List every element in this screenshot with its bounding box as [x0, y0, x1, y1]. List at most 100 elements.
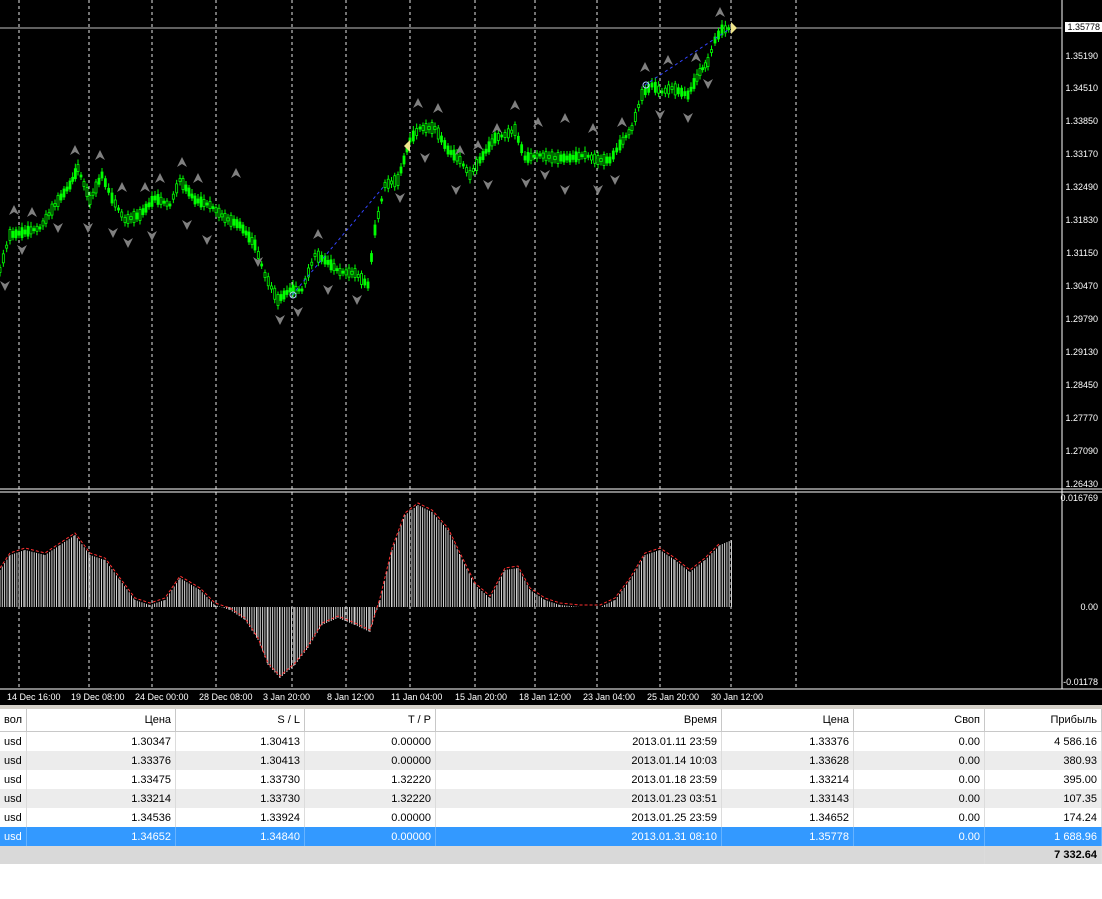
candle-body — [475, 159, 479, 171]
candle-body — [26, 225, 30, 237]
candle-body — [156, 193, 160, 205]
fractal-up-marker — [413, 98, 423, 108]
candle-body — [630, 125, 634, 131]
candle-body — [38, 226, 42, 230]
fractal-down-marker — [323, 285, 333, 295]
cell-sl: 1.33730 — [175, 770, 306, 789]
fractal-down-marker — [655, 110, 665, 120]
table-row[interactable]: usd 1.33475 1.33730 1.32220 2013.01.18 2… — [0, 770, 1102, 789]
candle-body — [178, 178, 182, 182]
candle-body — [621, 136, 625, 145]
table-row-selected[interactable]: usd 1.34652 1.34840 0.00000 2013.01.31 0… — [0, 827, 1102, 846]
candle-body — [193, 195, 197, 205]
candle-body — [71, 176, 75, 182]
candle-body — [68, 180, 72, 190]
column-tp-header[interactable]: T / P — [304, 709, 437, 732]
candle-body — [44, 213, 48, 224]
candle-body — [503, 132, 507, 138]
candle-body — [187, 187, 191, 197]
table-row[interactable]: usd 1.33376 1.30413 0.00000 2013.01.14 1… — [0, 751, 1102, 770]
column-symbol-header[interactable]: вол — [0, 709, 28, 732]
candle-body — [487, 141, 491, 153]
fractal-up-marker — [193, 173, 203, 183]
fractal-down-marker — [83, 223, 93, 233]
fractal-down-marker — [202, 235, 212, 245]
candle-body — [376, 211, 380, 219]
candle-body — [360, 273, 363, 285]
candle-body — [56, 195, 60, 207]
candle-body — [393, 175, 397, 188]
candle-body — [338, 268, 342, 276]
candle-body — [565, 155, 569, 161]
fractal-up-marker — [140, 182, 150, 192]
table-row[interactable]: usd 1.34536 1.33924 0.00000 2013.01.25 2… — [0, 808, 1102, 827]
candle-body — [496, 133, 500, 141]
candle-body — [415, 128, 419, 136]
cell-close-time: 2013.01.31 08:10 — [435, 827, 723, 846]
candle-body — [17, 230, 21, 236]
cell-symbol: usd — [0, 751, 28, 770]
candle-body — [11, 230, 15, 238]
time-tick-label: 14 Dec 16:00 — [7, 692, 61, 702]
price-tick-label: 1.33170 — [1065, 149, 1098, 159]
candle-body — [238, 221, 242, 229]
candle-body — [717, 30, 720, 40]
candle-body — [611, 150, 615, 160]
candle-body — [126, 214, 130, 224]
candle-body — [370, 253, 373, 262]
candle-body — [205, 202, 209, 206]
cell-swap: 0.00 — [853, 731, 986, 751]
cell-tp: 0.00000 — [304, 808, 437, 827]
candle-body — [100, 171, 104, 179]
column-sl-header[interactable]: S / L — [175, 709, 306, 732]
current-price-label: 1.35778 — [1065, 22, 1102, 32]
price-chart[interactable] — [0, 0, 1102, 705]
fractal-down-marker — [293, 307, 303, 317]
candle-body — [353, 268, 357, 278]
candle-body — [135, 212, 139, 220]
cell-tp: 0.00000 — [304, 751, 437, 770]
cell-swap: 0.00 — [853, 808, 986, 827]
column-profit-header[interactable]: Прибыль — [984, 709, 1102, 732]
candle-body — [695, 73, 699, 82]
candle-body — [94, 181, 98, 194]
candle-body — [506, 128, 510, 139]
candle-body — [288, 287, 292, 293]
candle-body — [32, 228, 36, 232]
candle-body — [1, 253, 5, 264]
candle-body — [266, 276, 270, 287]
fractal-up-marker — [231, 168, 241, 178]
candle-body — [667, 84, 671, 95]
candle-body — [313, 253, 317, 257]
column-close-price-header[interactable]: Цена — [721, 709, 855, 732]
candle-body — [350, 270, 354, 275]
fractal-down-marker — [182, 220, 192, 230]
cell-open-price: 1.33376 — [26, 751, 177, 770]
candle-body — [433, 126, 437, 130]
column-open-price-header[interactable]: Цена — [26, 709, 177, 732]
candle-body — [520, 144, 524, 154]
table-row[interactable]: usd 1.33214 1.33730 1.32220 2013.01.23 0… — [0, 789, 1102, 808]
chart-area[interactable]: 1.35778 1.35190 1.34510 1.33850 1.33170 1.324… — [0, 0, 1102, 705]
candle-body — [138, 209, 142, 221]
candle-body — [593, 153, 597, 164]
cell-sl: 1.30413 — [175, 751, 306, 770]
candle-body — [347, 267, 351, 278]
fractal-down-marker — [108, 228, 118, 238]
candle-body — [184, 184, 188, 192]
candle-body — [59, 193, 63, 201]
column-swap-header[interactable]: Своп — [853, 709, 986, 732]
table-row[interactable]: usd 1.30347 1.30413 0.00000 2013.01.11 2… — [0, 731, 1102, 751]
fractal-down-marker — [123, 238, 133, 248]
candle-body — [150, 195, 154, 207]
candle-body — [547, 154, 551, 159]
candle-body — [35, 225, 39, 232]
candle-body — [544, 151, 548, 162]
candle-body — [196, 198, 200, 204]
candle-body — [490, 138, 494, 147]
time-tick-label: 8 Jan 12:00 — [327, 692, 375, 702]
cell-swap: 0.00 — [853, 751, 986, 770]
candle-body — [223, 213, 227, 223]
candle-body — [326, 259, 330, 265]
column-close-time-header[interactable]: Время — [435, 709, 723, 732]
